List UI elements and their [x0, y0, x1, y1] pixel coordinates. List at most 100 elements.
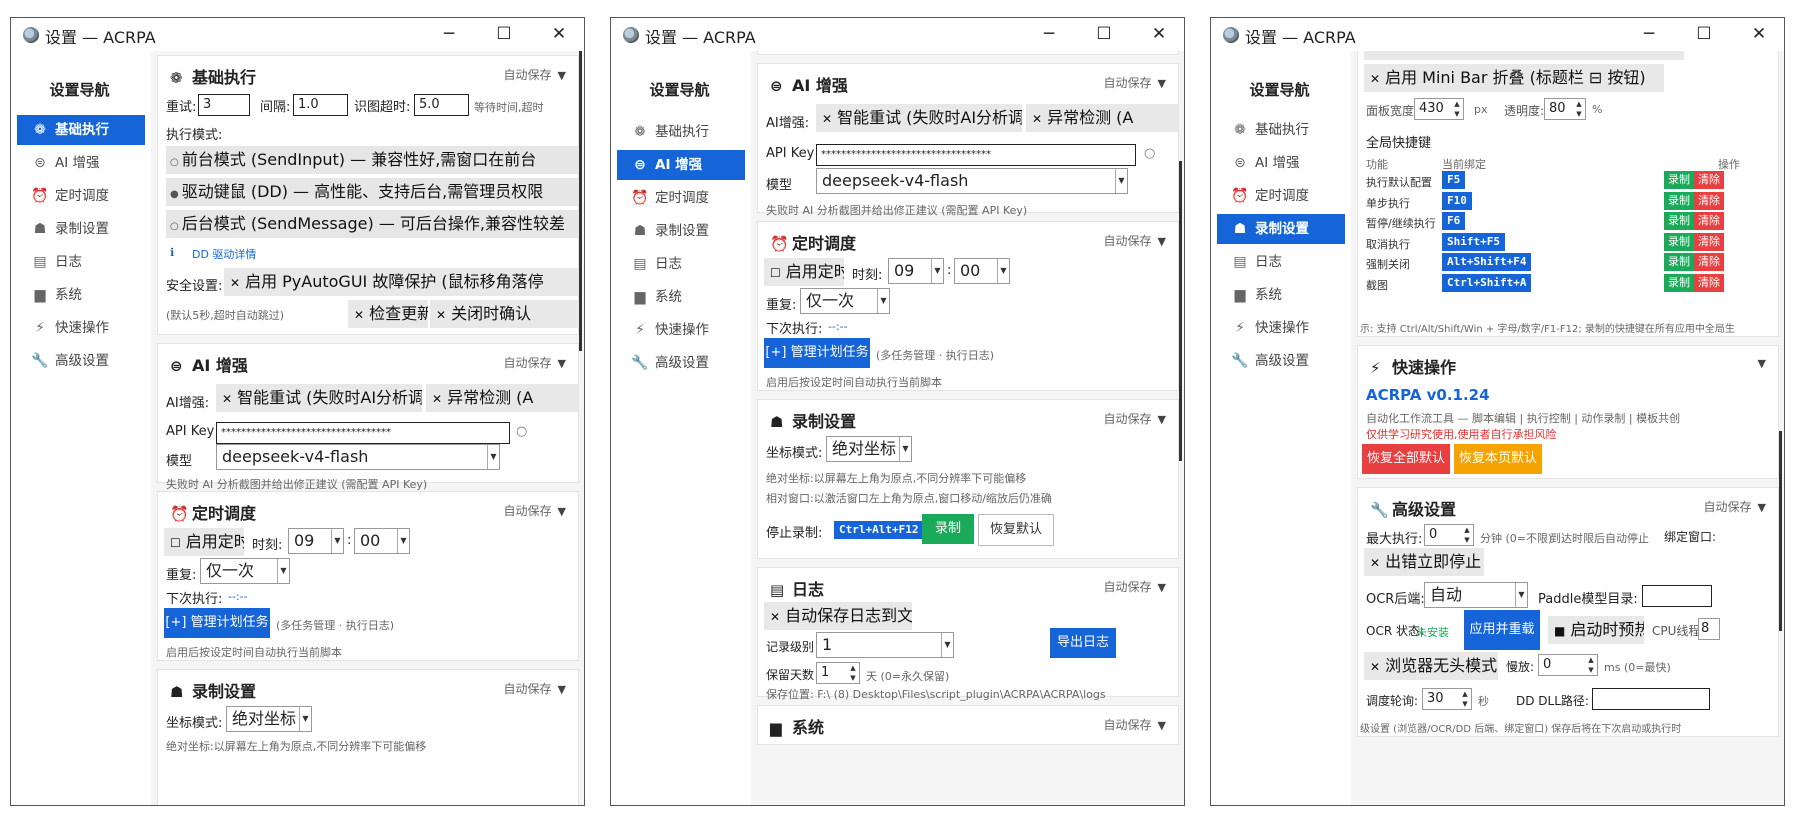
log-level-select[interactable]: 1 ▼	[816, 632, 954, 658]
coord-select[interactable]: 绝对坐标 ▼	[826, 436, 912, 462]
poll-input[interactable]: 30 ▲ ▼	[1422, 688, 1472, 710]
nav-item-basic[interactable]: ❁ 基础执行	[17, 115, 145, 145]
maximize-button[interactable]: ☐	[1091, 22, 1117, 46]
hotkey-record-button[interactable]: 录制	[1664, 212, 1694, 230]
timeout-input[interactable]: 5.0	[414, 94, 469, 116]
collapse-toggle[interactable]: ▼	[1752, 356, 1766, 370]
nav-item-log[interactable]: ▤ 日志	[1217, 247, 1345, 277]
mode-background-radio[interactable]: ○ 后台模式 (SendMessage) — 可后台操作,兼容性较差	[166, 210, 580, 238]
nav-item-basic[interactable]: ❁ 基础执行	[1217, 115, 1345, 145]
autosave-toggle[interactable]: 自动保存 ▼	[1104, 410, 1166, 427]
nav-item-system[interactable]: ▆ 系统	[617, 282, 745, 312]
interval-input[interactable]: 1.0	[293, 94, 348, 116]
apikey-input[interactable]: **********************************	[216, 422, 510, 444]
hotkey-clear-button[interactable]: 清除	[1694, 273, 1724, 292]
slow-input[interactable]: 0 ▲ ▼	[1538, 654, 1598, 676]
nav-item-quick[interactable]: ⚡ 快速操作	[17, 313, 145, 343]
nav-item-ai[interactable]: ⊜ AI 增强	[17, 148, 145, 178]
minibar-checkbox[interactable]: ✕ 启用 Mini Bar 折叠 (标题栏 ⊟ 按钮)	[1364, 64, 1664, 92]
opacity-input[interactable]: 80 ▲ ▼	[1544, 98, 1586, 120]
nav-item-quick[interactable]: ⚡ 快速操作	[617, 315, 745, 345]
autosave-toggle[interactable]: 自动保存 ▼	[504, 680, 566, 697]
maximize-button[interactable]: ☐	[491, 22, 517, 46]
log-autosave-checkbox[interactable]: ✕自动保存日志到文件	[764, 602, 912, 630]
reset-page-button[interactable]: 恢复本页默认	[1454, 444, 1542, 474]
nav-item-advanced[interactable]: 🔧 高级设置	[1217, 346, 1345, 376]
nav-item-schedule[interactable]: ⏰ 定时调度	[1217, 181, 1345, 211]
manage-tasks-button[interactable]: [+] 管理计划任务	[164, 608, 270, 638]
minute-select[interactable]: 00 ▼	[354, 528, 410, 554]
minimize-button[interactable]: ─	[1636, 22, 1662, 46]
minute-select[interactable]: 00 ▼	[954, 258, 1010, 284]
nav-item-system[interactable]: ▆ 系统	[1217, 280, 1345, 310]
ocr-backend-select[interactable]: 自动 ▼	[1424, 582, 1528, 608]
reset-hotkey-button[interactable]: 恢复默认	[978, 514, 1054, 546]
paddle-dir-input[interactable]	[1642, 585, 1712, 607]
enable-schedule-checkbox[interactable]: ☐ 启用定时	[164, 528, 244, 556]
minimize-button[interactable]: ─	[436, 22, 462, 46]
hotkey-clear-button[interactable]: 清除	[1694, 232, 1724, 251]
maximize-button[interactable]: ☐	[1691, 22, 1717, 46]
nav-item-quick[interactable]: ⚡ 快速操作	[1217, 313, 1345, 343]
autosave-toggle[interactable]: 自动保存 ▼	[1104, 578, 1166, 595]
enable-schedule-checkbox[interactable]: ☐ 启用定时	[764, 258, 844, 286]
export-log-button[interactable]: 导出日志	[1050, 628, 1116, 658]
close-confirm-checkbox[interactable]: ✕ 关闭时确认	[430, 300, 580, 328]
close-button[interactable]: ✕	[1146, 22, 1172, 46]
hotkey-clear-button[interactable]: 清除	[1694, 191, 1724, 210]
nav-item-system[interactable]: ▆ 系统	[17, 280, 145, 310]
nav-item-record[interactable]: ☗ 录制设置	[1217, 214, 1345, 244]
nav-item-ai[interactable]: ⊜ AI 增强	[1217, 148, 1345, 178]
retry-input[interactable]: 3	[198, 94, 250, 116]
stop-on-error-checkbox[interactable]: ✕ 出错立即停止	[1364, 548, 1484, 576]
nav-item-record[interactable]: ☗ 录制设置	[17, 214, 145, 244]
scrollbar[interactable]	[1179, 161, 1182, 461]
model-select[interactable]: deepseek-v4-flash ▼	[216, 444, 500, 470]
hour-select[interactable]: 09 ▼	[888, 258, 944, 284]
keep-days-input[interactable]: 1 ▲ ▼	[816, 662, 860, 684]
dd-driver-link[interactable]: DD 驱动详情	[192, 246, 256, 262]
repeat-select[interactable]: 仅一次 ▼	[800, 288, 890, 314]
apply-reload-button[interactable]: 应用并重载	[1464, 610, 1540, 650]
eye-icon[interactable]: ○	[1144, 146, 1155, 161]
hotkey-record-button[interactable]: 录制	[1664, 273, 1694, 292]
model-select[interactable]: deepseek-v4-flash ▼	[816, 168, 1128, 194]
autosave-toggle[interactable]: 自动保存 ▼	[1104, 232, 1166, 249]
minimize-button[interactable]: ─	[1036, 22, 1062, 46]
manage-tasks-button[interactable]: [+] 管理计划任务	[764, 338, 870, 368]
reset-all-button[interactable]: 恢复全部默认	[1362, 444, 1450, 474]
hour-select[interactable]: 09 ▼	[288, 528, 344, 554]
autosave-toggle[interactable]: 自动保存 ▼	[1104, 716, 1166, 733]
dll-path-input[interactable]	[1592, 688, 1710, 710]
mode-driver-radio[interactable]: ● 驱动键鼠 (DD) — 高性能、支持后台,需管理员权限	[166, 178, 580, 206]
nav-item-schedule[interactable]: ⏰ 定时调度	[617, 183, 745, 213]
hotkey-record-button[interactable]: 录制	[1664, 191, 1694, 210]
hotkey-record-button[interactable]: 录制	[1664, 253, 1694, 271]
hotkey-clear-button[interactable]: 清除	[1694, 212, 1724, 230]
smart-retry-checkbox[interactable]: ✕智能重试 (失败时AI分析调整)	[216, 384, 422, 412]
eye-icon[interactable]: ○	[516, 424, 527, 439]
panel-width-input[interactable]: 430 ▲ ▼	[1414, 98, 1464, 120]
scrollbar[interactable]	[579, 51, 582, 351]
apikey-input[interactable]: **********************************	[816, 144, 1136, 166]
nav-item-ai[interactable]: ⊜ AI 增强	[617, 150, 745, 180]
failsafe-checkbox[interactable]: ✕ 启用 PyAutoGUI 故障保护 (鼠标移角落停	[224, 268, 578, 296]
smart-retry-checkbox[interactable]: ✕智能重试 (失败时AI分析调整)	[816, 104, 1022, 132]
mode-foreground-radio[interactable]: ○ 前台模式 (SendInput) — 兼容性好,需窗口在前台	[166, 146, 580, 174]
repeat-select[interactable]: 仅一次 ▼	[200, 558, 290, 584]
close-button[interactable]: ✕	[546, 22, 572, 46]
preheat-checkbox[interactable]: ■ 启动时预热	[1548, 616, 1644, 644]
anomaly-detect-checkbox[interactable]: ✕ 异常检测 (A	[1026, 104, 1178, 132]
nav-item-log[interactable]: ▤ 日志	[617, 249, 745, 279]
cpu-threads-input[interactable]: 8	[1698, 618, 1720, 640]
hotkey-record-button[interactable]: 录制	[1664, 232, 1694, 251]
nav-item-log[interactable]: ▤ 日志	[17, 247, 145, 277]
hidden-option-checkbox[interactable]	[1364, 51, 1684, 60]
headless-checkbox[interactable]: ✕ 浏览器无头模式	[1364, 652, 1498, 680]
max-exec-input[interactable]: 0 ▲ ▼	[1424, 524, 1474, 546]
record-hotkey-button[interactable]: 录制	[922, 514, 974, 544]
anomaly-detect-checkbox[interactable]: ✕ 异常检测 (A	[426, 384, 578, 412]
nav-item-advanced[interactable]: 🔧 高级设置	[17, 346, 145, 376]
nav-item-record[interactable]: ☗ 录制设置	[617, 216, 745, 246]
hotkey-record-button[interactable]: 录制	[1664, 171, 1694, 189]
